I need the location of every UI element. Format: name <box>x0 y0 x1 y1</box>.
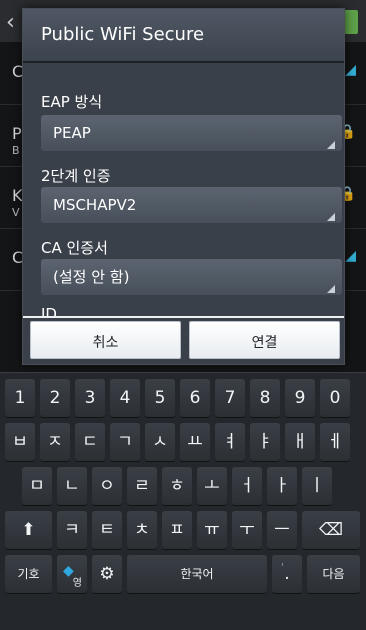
key-a[interactable]: ㅏ <box>267 467 297 505</box>
key-rieul[interactable]: ㄹ <box>127 467 157 505</box>
dropdown-arrow-icon <box>327 285 335 293</box>
key-4[interactable]: 4 <box>110 379 140 417</box>
connect-button[interactable]: 연결 <box>189 321 340 359</box>
ca-cert-label: CA 인증서 <box>41 239 108 257</box>
phase2-auth-dropdown[interactable]: MSCHAPV2 <box>41 187 342 223</box>
wifi-item-initial: P <box>12 124 22 143</box>
key-5[interactable]: 5 <box>145 379 175 417</box>
key-i[interactable]: ㅣ <box>302 467 332 505</box>
key-ya[interactable]: ㅑ <box>250 423 280 461</box>
dropdown-arrow-icon <box>327 213 335 221</box>
key-tieut[interactable]: ㅌ <box>92 511 122 549</box>
key-pieup[interactable]: ㅍ <box>162 511 192 549</box>
key-0[interactable]: 0 <box>320 379 350 417</box>
wifi-signal-icon: ◢ <box>345 62 356 78</box>
english-mode-label: 영 <box>72 578 82 589</box>
key-chieut[interactable]: ㅊ <box>127 511 157 549</box>
key-mieum[interactable]: ㅁ <box>22 467 52 505</box>
key-8[interactable]: 8 <box>250 379 280 417</box>
key-2[interactable]: 2 <box>40 379 70 417</box>
key-giyeok[interactable]: ㄱ <box>110 423 140 461</box>
key-o[interactable]: ㅗ <box>197 467 227 505</box>
key-hieut[interactable]: ㅎ <box>162 467 192 505</box>
period-label: . <box>284 564 290 584</box>
space-key[interactable]: 한국어 <box>127 555 267 593</box>
dialog-title: Public WiFi Secure <box>23 9 344 63</box>
key-siot[interactable]: ㅅ <box>145 423 175 461</box>
wifi-config-dialog: Public WiFi Secure EAP 방식 PEAP 2단계 인증 MS… <box>22 8 345 365</box>
phase2-auth-label: 2단계 인증 <box>41 167 111 185</box>
key-7[interactable]: 7 <box>215 379 245 417</box>
comma-hint: ' <box>281 562 284 573</box>
key-nieun[interactable]: ㄴ <box>57 467 87 505</box>
wifi-toggle[interactable] <box>344 10 358 34</box>
back-chevron-icon[interactable]: ‹ <box>6 10 15 35</box>
next-key[interactable]: 다음 <box>307 555 360 593</box>
language-switch-label: 한국어 <box>180 567 214 581</box>
eap-method-label: EAP 방식 <box>41 93 103 111</box>
shift-arrow-icon: ⬆ <box>21 520 36 540</box>
shift-key[interactable]: ⬆ <box>5 511 52 549</box>
wifi-item-subinitial: B <box>12 144 20 157</box>
key-yu[interactable]: ㅠ <box>197 511 227 549</box>
key-eu[interactable]: ㅡ <box>267 511 297 549</box>
key-bieup[interactable]: ㅂ <box>5 423 35 461</box>
dropdown-arrow-icon <box>327 141 335 149</box>
dialog-form: EAP 방식 PEAP 2단계 인증 MSCHAPV2 CA 인증서 (설정 안… <box>23 63 344 316</box>
identity-label: ID <box>41 305 57 316</box>
key-u[interactable]: ㅜ <box>232 511 262 549</box>
key-6[interactable]: 6 <box>180 379 210 417</box>
key-eo[interactable]: ㅓ <box>232 467 262 505</box>
eap-method-dropdown[interactable]: PEAP <box>41 115 342 151</box>
ca-cert-dropdown[interactable]: (설정 안 함) <box>41 259 342 295</box>
onscreen-keyboard: 1 2 3 4 5 6 7 8 9 0 ㅂ ㅈ ㄷ ㄱ ㅅ ㅛ ㅕ ㅑ ㅐ ㅔ … <box>0 372 366 630</box>
key-1[interactable]: 1 <box>5 379 35 417</box>
key-e[interactable]: ㅔ <box>320 423 350 461</box>
wifi-signal-icon: ◢ <box>345 248 356 264</box>
backspace-key[interactable]: ⌫ <box>302 511 360 549</box>
key-3[interactable]: 3 <box>75 379 105 417</box>
cancel-button[interactable]: 취소 <box>30 321 181 359</box>
settings-key[interactable]: ⚙ <box>92 555 122 593</box>
wifi-item-subinitial: V <box>12 206 20 219</box>
key-9[interactable]: 9 <box>285 379 315 417</box>
dialog-button-bar: 취소 연결 <box>23 318 344 364</box>
wifi-item-initial: K <box>12 186 23 205</box>
backspace-icon: ⌫ <box>318 520 344 540</box>
key-yeo[interactable]: ㅕ <box>215 423 245 461</box>
key-ae[interactable]: ㅐ <box>285 423 315 461</box>
key-yo[interactable]: ㅛ <box>180 423 210 461</box>
key-digeut[interactable]: ㄷ <box>75 423 105 461</box>
language-mode-key[interactable]: ◆ 영 <box>57 555 87 593</box>
key-jieut[interactable]: ㅈ <box>40 423 70 461</box>
period-key[interactable]: ' . <box>272 555 302 593</box>
symbols-key[interactable]: 기호 <box>5 555 52 593</box>
gear-icon: ⚙ <box>99 564 115 584</box>
key-kieuk[interactable]: ㅋ <box>57 511 87 549</box>
key-ieung[interactable]: ㅇ <box>92 467 122 505</box>
